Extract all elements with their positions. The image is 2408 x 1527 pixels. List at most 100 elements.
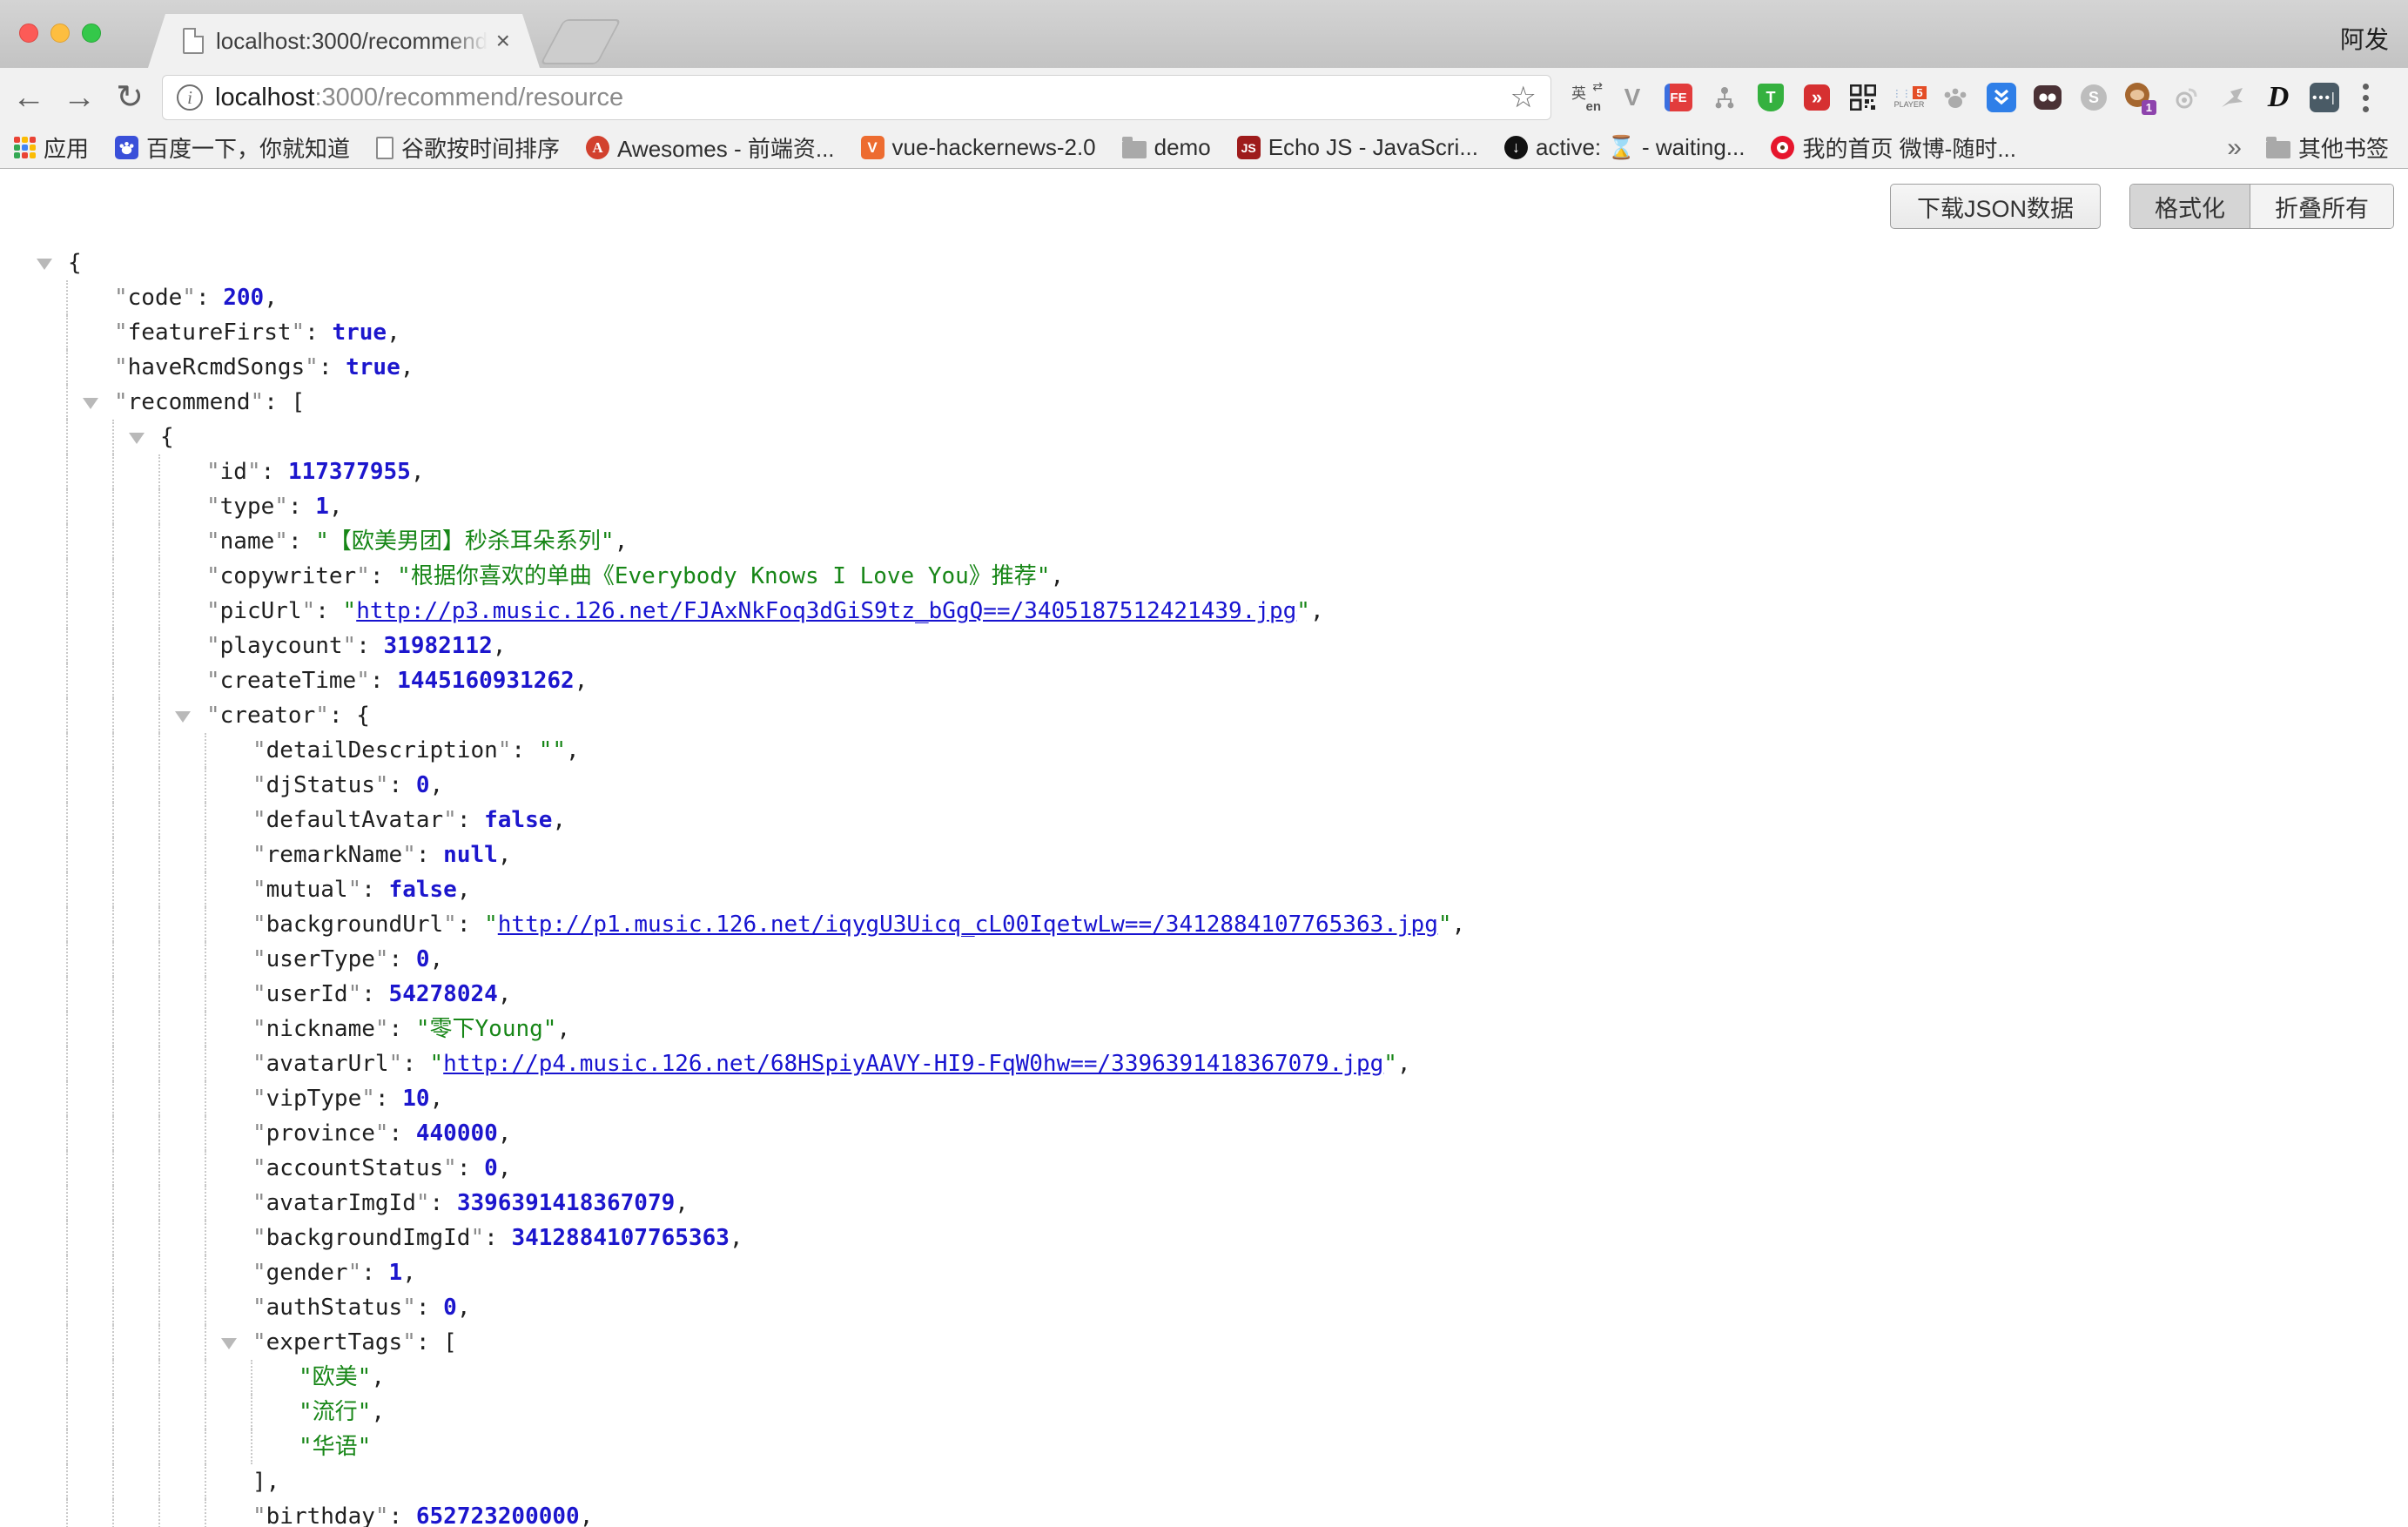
json-url-link[interactable]: http://p3.music.126.net/FJAxNkFoq3dGiS9t… — [356, 598, 1296, 624]
json-value: 0 — [416, 946, 430, 972]
zoom-window-button[interactable] — [82, 24, 101, 43]
collapse-arrow-icon[interactable] — [37, 259, 52, 270]
chrome-menu-icon[interactable] — [2352, 84, 2378, 112]
sitemap-extension-icon[interactable] — [1709, 82, 1740, 113]
indent-guide — [66, 420, 68, 454]
bookmark-item[interactable]: ↓ active: ⌛ - waiting... — [1504, 134, 1745, 161]
bookmark-item[interactable]: JSEcho JS - JavaScri... — [1237, 134, 1478, 161]
bookmark-item[interactable]: Vvue-hackernews-2.0 — [861, 134, 1096, 161]
json-value: 200 — [223, 285, 264, 311]
json-line: "detailDescription": "", — [0, 733, 2408, 768]
json-bracket: [ — [443, 1329, 457, 1355]
json-line: "mutual": false, — [0, 872, 2408, 907]
json-line: "province": 440000, — [0, 1116, 2408, 1151]
indent-guide — [158, 629, 160, 663]
bookmark-item[interactable]: 百度一下，你就知道 — [115, 131, 350, 164]
d-letter-extension-icon[interactable]: D — [2263, 82, 2294, 113]
indent-guide — [205, 803, 206, 837]
indent-guide — [66, 1464, 68, 1499]
bookmark-item[interactable]: demo — [1122, 134, 1211, 161]
bookmark-label: active: ⌛ - waiting... — [1536, 134, 1745, 161]
json-url-link[interactable]: http://p4.music.126.net/68HSpiyAAVY-HI9-… — [443, 1051, 1383, 1077]
html5-player-extension-icon[interactable]: ⋮⋮5PLAYER — [1893, 82, 1925, 113]
bookmark-label: Awesomes - 前端资... — [617, 131, 834, 164]
indent-guide — [112, 837, 114, 872]
fast-forward-extension-icon[interactable]: » — [1801, 82, 1833, 113]
hummingbird-extension-icon[interactable] — [2216, 82, 2248, 113]
s-circle-extension-icon[interactable]: S — [2078, 82, 2109, 113]
indent-guide — [112, 698, 114, 733]
indent-guide — [66, 698, 68, 733]
json-url-link[interactable]: http://p1.music.126.net/iqygU3Uicq_cL00I… — [498, 911, 1438, 938]
green-shield-extension-icon[interactable]: T — [1755, 82, 1786, 113]
json-key: defaultAvatar — [266, 807, 444, 833]
json-key: playcount — [220, 633, 343, 659]
mask-extension-icon[interactable] — [2032, 82, 2063, 113]
json-line: { — [0, 420, 2408, 454]
collapse-arrow-icon[interactable] — [83, 398, 98, 409]
bookmarks-bar: 应用百度一下，你就知道谷歌按时间排序 AAwesomes - 前端资... Vvue… — [0, 127, 2408, 169]
json-bracket: ], — [252, 1469, 279, 1495]
json-line: "type": 1, — [0, 489, 2408, 524]
indent-guide — [205, 977, 206, 1012]
bookmark-label: demo — [1154, 134, 1211, 161]
tab-close-icon[interactable]: × — [496, 27, 510, 55]
download-json-button[interactable]: 下载JSON数据 — [1890, 184, 2101, 229]
bookmark-item[interactable]: AAwesomes - 前端资... — [586, 131, 834, 164]
paw-extension-icon[interactable] — [1940, 82, 1971, 113]
indent-guide — [112, 524, 114, 559]
indent-guide — [66, 1151, 68, 1186]
json-value: 31982112 — [384, 633, 493, 659]
bookmark-item[interactable]: 应用 — [14, 131, 89, 164]
active-down-icon: ↓ — [1504, 136, 1528, 159]
collapse-all-tab[interactable]: 折叠所有 — [2250, 185, 2393, 228]
indent-guide — [251, 1429, 252, 1464]
indent-guide — [112, 1186, 114, 1221]
new-tab-button[interactable] — [540, 19, 622, 64]
blue-chevron-extension-icon[interactable] — [1986, 82, 2017, 113]
bookmarks-overflow-icon[interactable]: » — [2227, 133, 2242, 163]
browser-tab[interactable]: localhost:3000/recommend/re × — [148, 14, 540, 68]
bookmark-item[interactable]: 谷歌按时间排序 — [376, 131, 560, 164]
bookmark-star-icon[interactable]: ☆ — [1510, 80, 1537, 115]
indent-guide — [205, 1499, 206, 1527]
password-extension-icon[interactable]: •••| — [2309, 82, 2340, 113]
collapse-arrow-icon[interactable] — [129, 433, 145, 444]
indent-guide — [205, 733, 206, 768]
reload-button[interactable]: ↻ — [104, 75, 155, 120]
indent-guide — [158, 768, 160, 803]
site-info-icon[interactable]: i — [177, 84, 203, 111]
format-tab[interactable]: 格式化 — [2130, 185, 2250, 228]
qrcode-extension-icon[interactable] — [1847, 82, 1879, 113]
vue-devtools-icon[interactable]: V — [1617, 82, 1648, 113]
back-button[interactable]: ← — [3, 75, 54, 120]
address-bar[interactable]: i localhost:3000/recommend/resource ☆ — [162, 75, 1551, 120]
json-key: authStatus — [266, 1295, 403, 1321]
weibo-gray-extension-icon[interactable] — [2170, 82, 2202, 113]
forward-button[interactable]: → — [54, 75, 104, 120]
indent-guide — [112, 1081, 114, 1116]
url-text[interactable]: localhost:3000/recommend/resource — [215, 84, 1510, 112]
bookmark-item[interactable]: 我的首页 微博-随时... — [1771, 131, 2016, 164]
json-line: "nickname": "零下Young", — [0, 1012, 2408, 1046]
other-bookmarks-folder[interactable]: 其他书签 — [2266, 131, 2389, 164]
json-tree: {"code": 200,"featureFirst": true,"haveR… — [0, 246, 2408, 1527]
indent-guide — [66, 1429, 68, 1464]
view-mode-segmented-control: 格式化 折叠所有 — [2129, 184, 2394, 229]
json-value: true — [346, 354, 400, 380]
profile-name[interactable]: 阿发 — [2340, 21, 2389, 56]
translate-extension-icon[interactable]: 英en⇄ — [1571, 82, 1602, 113]
indent-guide — [205, 1081, 206, 1116]
indent-guide — [112, 1151, 114, 1186]
fe-extension-icon[interactable]: FE — [1663, 82, 1694, 113]
close-window-button[interactable] — [19, 24, 38, 43]
collapse-arrow-icon[interactable] — [175, 711, 191, 723]
monkey-extension-icon[interactable]: 1 — [2124, 82, 2156, 113]
indent-guide — [205, 1290, 206, 1325]
indent-guide — [205, 942, 206, 977]
json-bracket: { — [160, 424, 174, 450]
json-line: "creator": { — [0, 698, 2408, 733]
minimize-window-button[interactable] — [50, 24, 70, 43]
json-line: "backgroundUrl": "http://p1.music.126.ne… — [0, 907, 2408, 942]
collapse-arrow-icon[interactable] — [221, 1338, 237, 1349]
